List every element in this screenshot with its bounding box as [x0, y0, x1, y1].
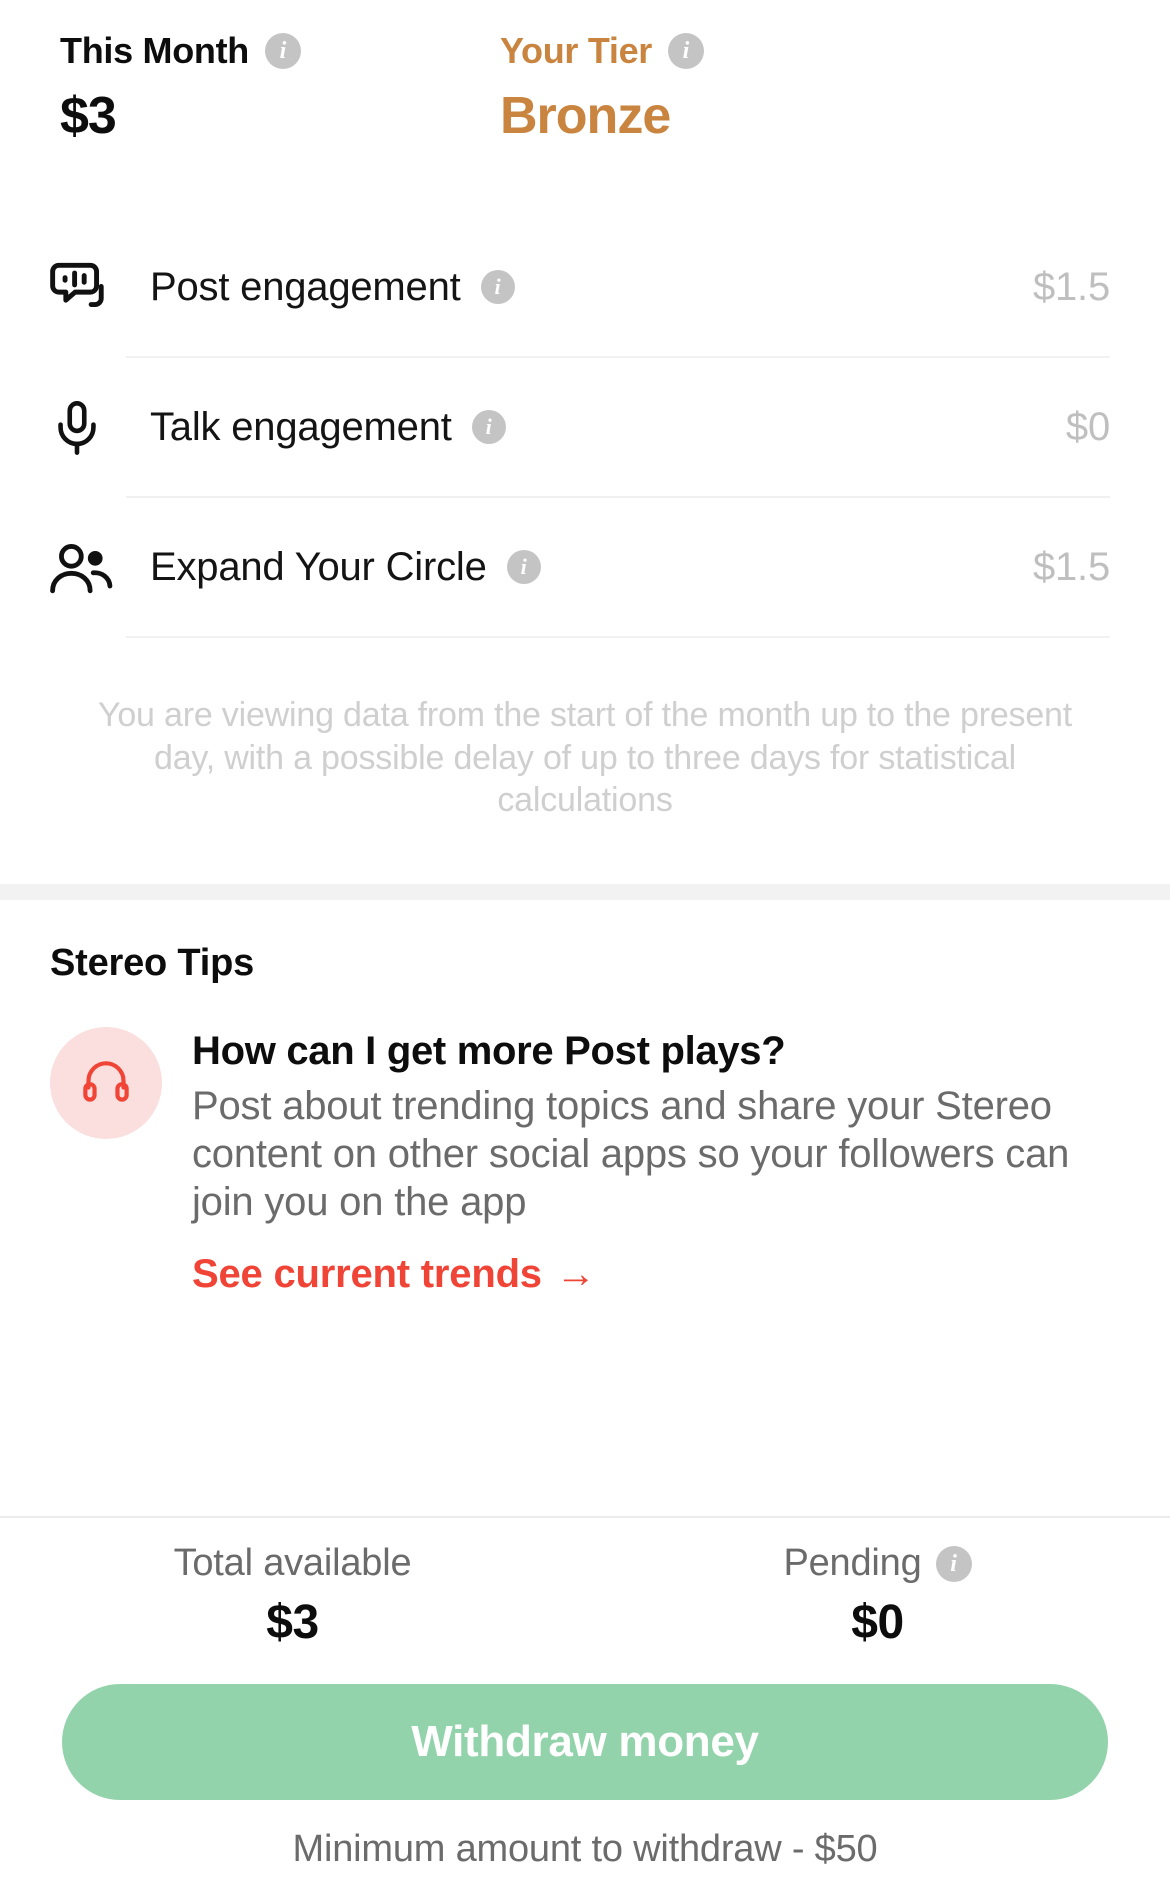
tip-question: How can I get more Post plays?	[192, 1028, 786, 1073]
tip-answer: Post about trending topics and share you…	[192, 1083, 1070, 1224]
total-available-block: Total available $3	[0, 1542, 585, 1650]
your-tier-value: Bronze	[500, 87, 671, 145]
info-icon-post-engagement[interactable]: i	[480, 270, 515, 304]
earnings-list: Post engagement i $1.5 Talk engagement i…	[0, 218, 1170, 638]
earnings-row-label: Talk engagement	[150, 404, 452, 449]
this-month-value: $3	[60, 87, 117, 145]
earnings-row-post-engagement[interactable]: Post engagement i $1.5	[48, 218, 1170, 358]
stereo-tips-title: Stereo Tips	[50, 941, 255, 984]
people-icon	[48, 537, 126, 599]
see-current-trends-label: See current trends	[192, 1251, 542, 1296]
info-icon-pending[interactable]: i	[935, 1545, 972, 1582]
your-tier-label-row: Your Tier i	[500, 30, 705, 72]
earnings-row-amount: $1.5	[1032, 544, 1110, 589]
earnings-row-amount: $1.5	[1032, 264, 1110, 309]
see-current-trends-link[interactable]: See current trends →	[192, 1252, 1120, 1297]
total-available-label: Total available	[173, 1542, 412, 1584]
bottom-fade-overlay	[0, 1436, 1170, 1516]
earnings-row-expand-your-circle[interactable]: Expand Your Circle i $1.5	[48, 498, 1170, 638]
earnings-row-body: Talk engagement i $0	[126, 358, 1110, 498]
headphones-icon	[81, 1055, 131, 1110]
earnings-row-label: Expand Your Circle	[150, 544, 487, 589]
your-tier-block: Your Tier i Bronze	[500, 30, 705, 146]
stereo-tips-section: Stereo Tips How can I get more Post play…	[0, 900, 1170, 1297]
this-month-label-row: This Month i	[60, 30, 500, 72]
your-tier-label: Your Tier	[500, 30, 653, 71]
this-month-label: This Month	[60, 30, 249, 71]
tip-card: How can I get more Post plays? Post abou…	[50, 1026, 1120, 1297]
tip-text: How can I get more Post plays? Post abou…	[192, 1027, 1120, 1297]
section-divider	[0, 883, 1170, 900]
earnings-row-body: Expand Your Circle i $1.5	[126, 498, 1110, 638]
info-icon-this-month[interactable]: i	[264, 33, 301, 69]
info-icon-your-tier[interactable]: i	[668, 33, 705, 69]
withdraw-money-button[interactable]: Withdraw money	[62, 1684, 1108, 1800]
tip-avatar	[50, 1026, 162, 1139]
earnings-row-amount: $0	[1065, 404, 1110, 449]
this-month-block: This Month i $3	[60, 30, 500, 146]
info-icon-expand-your-circle[interactable]: i	[506, 550, 541, 584]
arrow-right-icon: →	[555, 1251, 596, 1296]
earnings-row-talk-engagement[interactable]: Talk engagement i $0	[48, 358, 1170, 498]
summary-header: This Month i $3 Your Tier i Bronze	[0, 0, 1170, 146]
minimum-withdraw-note: Minimum amount to withdraw - $50	[292, 1828, 878, 1870]
earnings-row-label: Post engagement	[150, 264, 461, 309]
earnings-disclaimer: You are viewing data from the start of t…	[97, 696, 1073, 819]
bottom-action-bar: Total available $3 Pending i $0 Withdraw…	[0, 1516, 1170, 1882]
post-engagement-icon	[48, 257, 126, 319]
pending-value: $0	[851, 1596, 904, 1649]
pending-label: Pending	[783, 1542, 922, 1584]
pending-label-row: Pending i	[783, 1542, 972, 1585]
earnings-screen: This Month i $3 Your Tier i Bronze Post …	[0, 0, 1170, 1882]
earnings-row-body: Post engagement i $1.5	[126, 218, 1110, 358]
total-available-value: $3	[266, 1596, 319, 1649]
pending-block: Pending i $0	[585, 1542, 1170, 1650]
info-icon-talk-engagement[interactable]: i	[471, 410, 506, 444]
totals-row: Total available $3 Pending i $0	[0, 1542, 1170, 1650]
microphone-icon	[48, 397, 126, 459]
total-available-label-row: Total available	[174, 1542, 412, 1585]
